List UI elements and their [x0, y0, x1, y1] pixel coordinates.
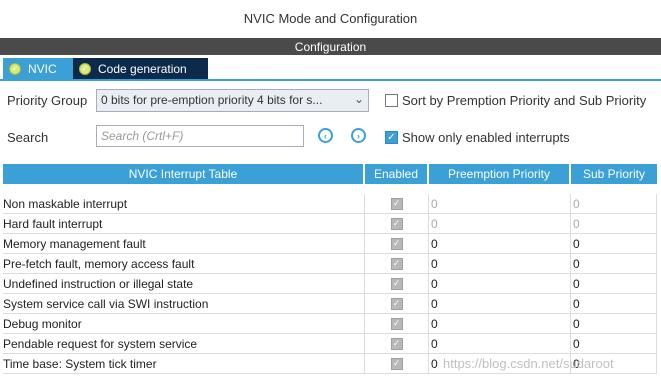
preemption-priority-cell[interactable]: 0 — [429, 314, 571, 333]
enabled-cell: ✓ — [365, 214, 429, 233]
preemption-priority-cell[interactable]: 0 — [429, 334, 571, 353]
enabled-checkbox[interactable]: ✓ — [390, 237, 403, 250]
preemption-priority-cell[interactable]: 0 — [429, 274, 571, 293]
enabled-cell: ✓ — [365, 314, 429, 333]
configuration-header: Configuration — [0, 38, 661, 55]
enabled-checkbox[interactable]: ✓ — [390, 217, 403, 230]
search-next-icon[interactable]: › — [351, 128, 366, 143]
table-row[interactable]: Memory management fault ✓ 0 0 — [3, 234, 657, 254]
table-row[interactable]: Debug monitor ✓ 0 0 — [3, 314, 657, 334]
preemption-priority-cell[interactable]: 0 — [429, 234, 571, 253]
interrupt-name: Non maskable interrupt — [3, 194, 365, 213]
preemption-priority-cell[interactable]: 0 — [429, 254, 571, 273]
enabled-cell: ✓ — [365, 354, 429, 373]
interrupt-name: Time base: System tick timer — [3, 354, 365, 373]
table-row[interactable]: Pre-fetch fault, memory access fault ✓ 0 0 — [3, 254, 657, 274]
enabled-cell: ✓ — [365, 334, 429, 353]
priority-group-select[interactable]: 0 bits for pre-emption priority 4 bits f… — [96, 89, 369, 112]
watermark: https://blog.csdn.net/sudaroot — [443, 356, 614, 371]
enabled-cell: ✓ — [365, 194, 429, 213]
preemption-priority-cell: 0 — [429, 214, 571, 233]
check-circle-icon: ✓ — [9, 63, 21, 75]
col-interrupt-header[interactable]: NVIC Interrupt Table — [3, 164, 365, 184]
tab-code-generation-label: Code generation — [98, 62, 187, 76]
sub-priority-cell[interactable]: 0 — [571, 234, 657, 253]
enabled-checkbox[interactable]: ✓ — [390, 297, 403, 310]
interrupt-name: Pre-fetch fault, memory access fault — [3, 254, 365, 273]
chevron-down-icon: ⌄ — [353, 92, 364, 106]
enabled-cell: ✓ — [365, 234, 429, 253]
col-enabled-header[interactable]: Enabled — [365, 164, 429, 184]
show-enabled-checkbox[interactable]: ✓ — [385, 131, 398, 144]
priority-group-label: Priority Group — [7, 93, 88, 108]
tab-underline — [0, 79, 661, 81]
tab-nvic-label: NVIC — [28, 62, 57, 76]
enabled-checkbox[interactable]: ✓ — [390, 197, 403, 210]
table-row[interactable]: Pendable request for system service ✓ 0 0 — [3, 334, 657, 354]
interrupt-name: Undefined instruction or illegal state — [3, 274, 365, 293]
sub-priority-cell[interactable]: 0 — [571, 274, 657, 293]
table-row[interactable]: Undefined instruction or illegal state ✓ 0… — [3, 274, 657, 294]
sub-priority-cell[interactable]: 0 — [571, 334, 657, 353]
sub-priority-cell: 0 — [571, 214, 657, 233]
sub-priority-cell[interactable]: 0 — [571, 314, 657, 333]
search-previous-icon[interactable]: ‹ — [318, 128, 333, 143]
enabled-cell: ✓ — [365, 254, 429, 273]
tab-bar: ✓ NVIC ✓ Code generation — [0, 58, 208, 80]
enabled-checkbox[interactable]: ✓ — [390, 357, 403, 370]
sub-priority-cell: 0 — [571, 194, 657, 213]
sub-priority-cell[interactable]: 0 — [571, 294, 657, 313]
preemption-priority-cell: 0 — [429, 194, 571, 213]
search-input[interactable]: Search (Crtl+F) — [96, 125, 304, 147]
interrupt-name: Hard fault interrupt — [3, 214, 365, 233]
table-row[interactable]: Non maskable interrupt ✓ 0 0 — [3, 194, 657, 214]
enabled-checkbox[interactable]: ✓ — [390, 317, 403, 330]
sort-priority-checkbox[interactable] — [385, 94, 398, 107]
check-circle-icon: ✓ — [79, 63, 91, 75]
interrupt-name: Debug monitor — [3, 314, 365, 333]
search-label: Search — [7, 130, 49, 145]
interrupt-name: Pendable request for system service — [3, 334, 365, 353]
priority-group-value: 0 bits for pre-emption priority 4 bits f… — [101, 93, 323, 107]
sort-priority-label: Sort by Premption Priority and Sub Prior… — [402, 93, 647, 108]
show-enabled-label: Show only enabled interrupts — [402, 130, 570, 145]
table-row[interactable]: Hard fault interrupt ✓ 0 0 — [3, 214, 657, 234]
enabled-checkbox[interactable]: ✓ — [390, 257, 403, 270]
sub-priority-cell[interactable]: 0 — [571, 254, 657, 273]
enabled-cell: ✓ — [365, 274, 429, 293]
enabled-cell: ✓ — [365, 294, 429, 313]
enabled-checkbox[interactable]: ✓ — [390, 337, 403, 350]
col-preemption-header[interactable]: Preemption Priority — [429, 164, 571, 184]
interrupt-name: System service call via SWI instruction — [3, 294, 365, 313]
interrupt-name: Memory management fault — [3, 234, 365, 253]
preemption-priority-cell[interactable]: 0 — [429, 294, 571, 313]
window-title: NVIC Mode and Configuration — [0, 0, 661, 36]
enabled-checkbox[interactable]: ✓ — [390, 277, 403, 290]
table-header: NVIC Interrupt Table Enabled Preemption … — [3, 164, 657, 184]
col-sub-priority-header[interactable]: Sub Priority — [571, 164, 657, 184]
interrupt-table: Non maskable interrupt ✓ 0 0 Hard fault inte… — [3, 194, 657, 374]
tab-nvic[interactable]: ✓ NVIC — [3, 58, 73, 80]
tab-code-generation[interactable]: ✓ Code generation — [73, 58, 208, 80]
table-row[interactable]: System service call via SWI instruction ✓… — [3, 294, 657, 314]
